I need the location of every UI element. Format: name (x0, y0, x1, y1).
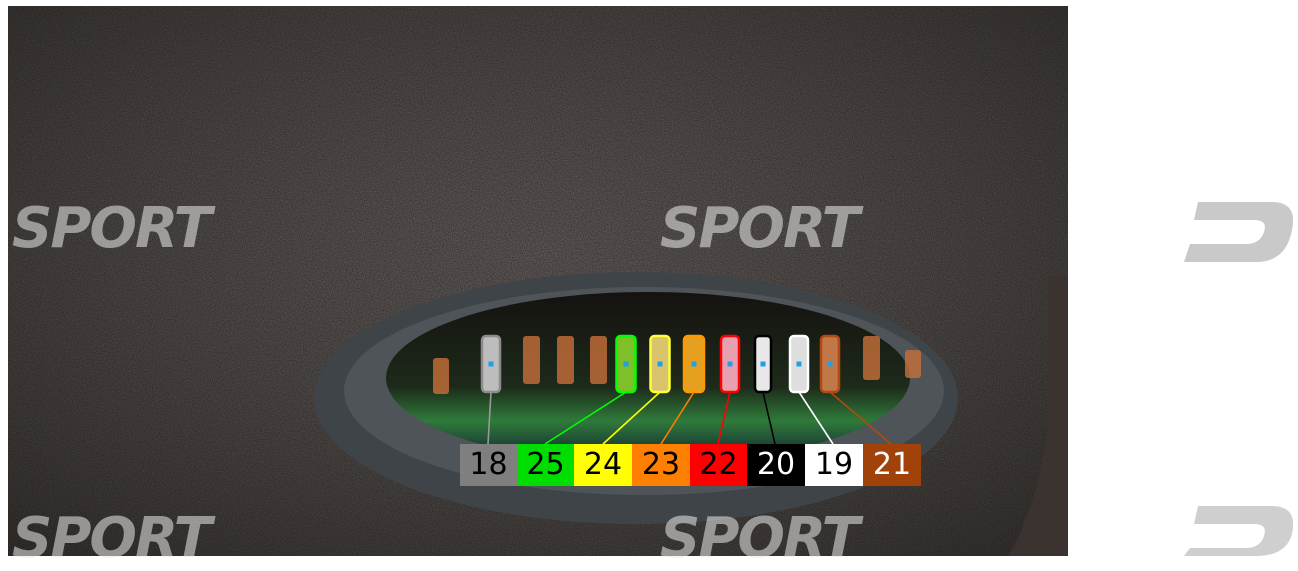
pin-label-21: 21 (863, 444, 921, 486)
pin-label-19: 19 (805, 444, 863, 486)
dimsport-watermark-logo: SPORT (660, 196, 860, 261)
pin-marker-22 (727, 361, 733, 367)
pin-marker-21 (827, 361, 833, 367)
pin-label-20: 20 (747, 444, 805, 486)
dimsport-logo-fragment (1184, 202, 1294, 262)
dimsport-logo-fragment (1184, 506, 1294, 556)
pin-marker-19 (796, 361, 802, 367)
dimsport-watermark-logo: SPORT (12, 506, 212, 571)
pin-marker-18 (488, 361, 494, 367)
watermark-text: SPORT (660, 506, 860, 571)
pin-marker-20 (760, 361, 766, 367)
pin-label-18: 18 (460, 444, 517, 486)
pin-label-row: 18 25 24 23 22 20 19 21 (460, 444, 921, 486)
pin-label-24: 24 (574, 444, 632, 486)
connector-photo-stage: SPORT SPORT SPORT SPORT 18 25 24 23 22 2… (0, 0, 1298, 571)
pin-marker-23 (691, 361, 697, 367)
pin-marker-25 (623, 361, 629, 367)
dimsport-watermark-logo: SPORT (660, 506, 860, 571)
pin-label-25: 25 (517, 444, 574, 486)
watermark-text: SPORT (660, 196, 860, 261)
watermark-text: SPORT (12, 506, 212, 571)
pin-label-22: 22 (690, 444, 747, 486)
watermark-text: SPORT (12, 196, 212, 261)
pin-label-23: 23 (632, 444, 690, 486)
dimsport-watermark-logo: SPORT (12, 196, 212, 261)
pin-marker-24 (657, 361, 663, 367)
